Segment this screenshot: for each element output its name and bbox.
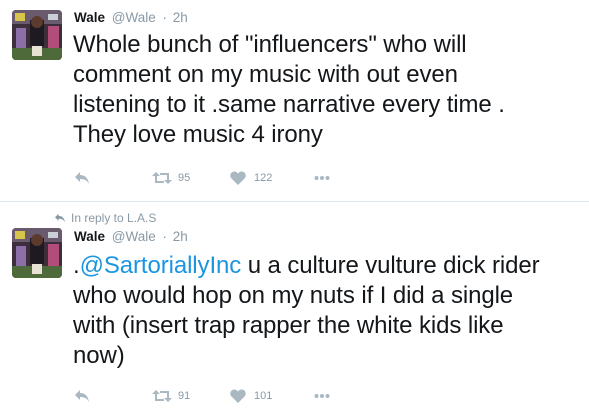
like-count: 122 (254, 172, 273, 184)
tweet-text-line: Whole bunch of "influencers" who will (73, 31, 467, 58)
reply-button[interactable] (74, 168, 90, 188)
retweet-icon (152, 172, 172, 184)
retweet-button[interactable]: 95 (152, 168, 190, 188)
like-heart-icon (230, 171, 246, 185)
reply-button[interactable] (74, 386, 90, 406)
like-heart-icon (230, 389, 246, 403)
reply-context[interactable]: In reply to L.A.S (54, 210, 156, 226)
avatar-image (12, 228, 62, 278)
separator-dot: · (162, 10, 168, 25)
tweet-header: Wale @Wale · 2h (74, 228, 188, 246)
retweet-count: 95 (178, 172, 191, 184)
tweet-text-line: .@SartoriallyInc u a culture vulture dic… (73, 251, 583, 281)
text-segment: u a culture vulture dick rider (241, 252, 540, 279)
avatar[interactable] (12, 228, 62, 278)
reply-icon (75, 172, 89, 184)
display-name[interactable]: Wale (74, 10, 105, 25)
retweet-icon (152, 390, 172, 402)
timestamp[interactable]: 2h (173, 229, 188, 244)
avatar-image (12, 10, 62, 60)
more-dots-icon (314, 176, 330, 180)
text-prefix: . (73, 252, 80, 279)
reply-context-icon (55, 213, 65, 223)
tweet-header: Wale @Wale · 2h (74, 9, 188, 27)
more-button[interactable] (314, 168, 330, 188)
tweet-2[interactable]: In reply to L.A.S Wale @Wale · 2h .@Sart… (0, 202, 589, 415)
display-name[interactable]: Wale (74, 229, 105, 244)
tweet-text: Whole bunch of "influencers" who will co… (73, 30, 583, 150)
more-dots-icon (314, 394, 330, 398)
tweet-text-line: who would hop on my nuts if I did a sing… (73, 282, 514, 309)
timestamp[interactable]: 2h (173, 10, 188, 25)
separator-dot: · (162, 229, 168, 244)
like-count: 101 (254, 390, 273, 402)
tweet-text-line: with (insert trap rapper the white kids … (73, 312, 504, 339)
reply-icon (75, 390, 89, 402)
retweet-button[interactable]: 91 (152, 386, 190, 406)
tweet-text-line: listening to it .same narrative every ti… (73, 91, 505, 118)
like-button[interactable]: 101 (230, 386, 272, 406)
tweet-text-line: now) (73, 342, 125, 369)
like-button[interactable]: 122 (230, 168, 272, 188)
reply-context-label: In reply to L.A.S (71, 211, 157, 225)
tweet-1[interactable]: Wale @Wale · 2h Whole bunch of "influenc… (0, 0, 589, 202)
mention-link[interactable]: @SartoriallyInc (80, 252, 242, 279)
avatar[interactable] (12, 10, 62, 60)
tweet-text: .@SartoriallyInc u a culture vulture dic… (73, 251, 583, 371)
user-handle[interactable]: @Wale (112, 10, 156, 25)
tweet-text-line: They love music 4 irony (73, 121, 323, 148)
user-handle[interactable]: @Wale (112, 229, 156, 244)
tweet-text-line: comment on my music with out even (73, 61, 458, 88)
retweet-count: 91 (178, 390, 191, 402)
more-button[interactable] (314, 386, 330, 406)
